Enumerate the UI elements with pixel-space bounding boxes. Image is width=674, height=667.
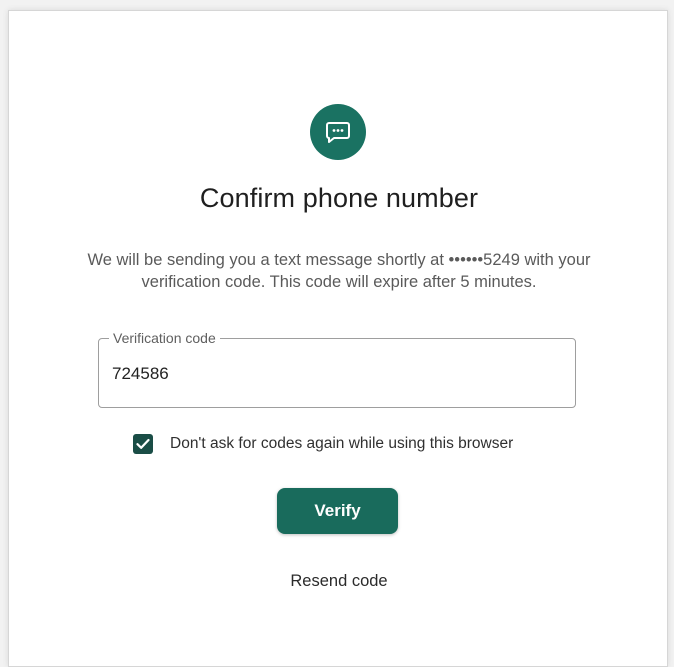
confirm-phone-dialog: Confirm phone number We will be sending …: [8, 10, 668, 667]
verification-code-label: Verification code: [109, 329, 220, 347]
remember-browser-checkbox[interactable]: [133, 434, 153, 454]
page-title: Confirm phone number: [199, 183, 479, 213]
checkmark-icon: [136, 438, 150, 449]
verification-code-field[interactable]: Verification code: [98, 329, 576, 408]
instruction-text: We will be sending you a text message sh…: [87, 251, 591, 291]
verification-code-input[interactable]: [112, 361, 552, 387]
resend-code-container: Resend code: [9, 572, 669, 591]
chat-bubble-icon: [310, 104, 366, 160]
remember-browser-label: Don't ask for codes again while using th…: [170, 435, 514, 452]
resend-code-link[interactable]: Resend code: [290, 572, 387, 590]
remember-browser-option[interactable]: Don't ask for codes again while using th…: [133, 432, 513, 456]
verify-button[interactable]: Verify: [277, 488, 398, 534]
